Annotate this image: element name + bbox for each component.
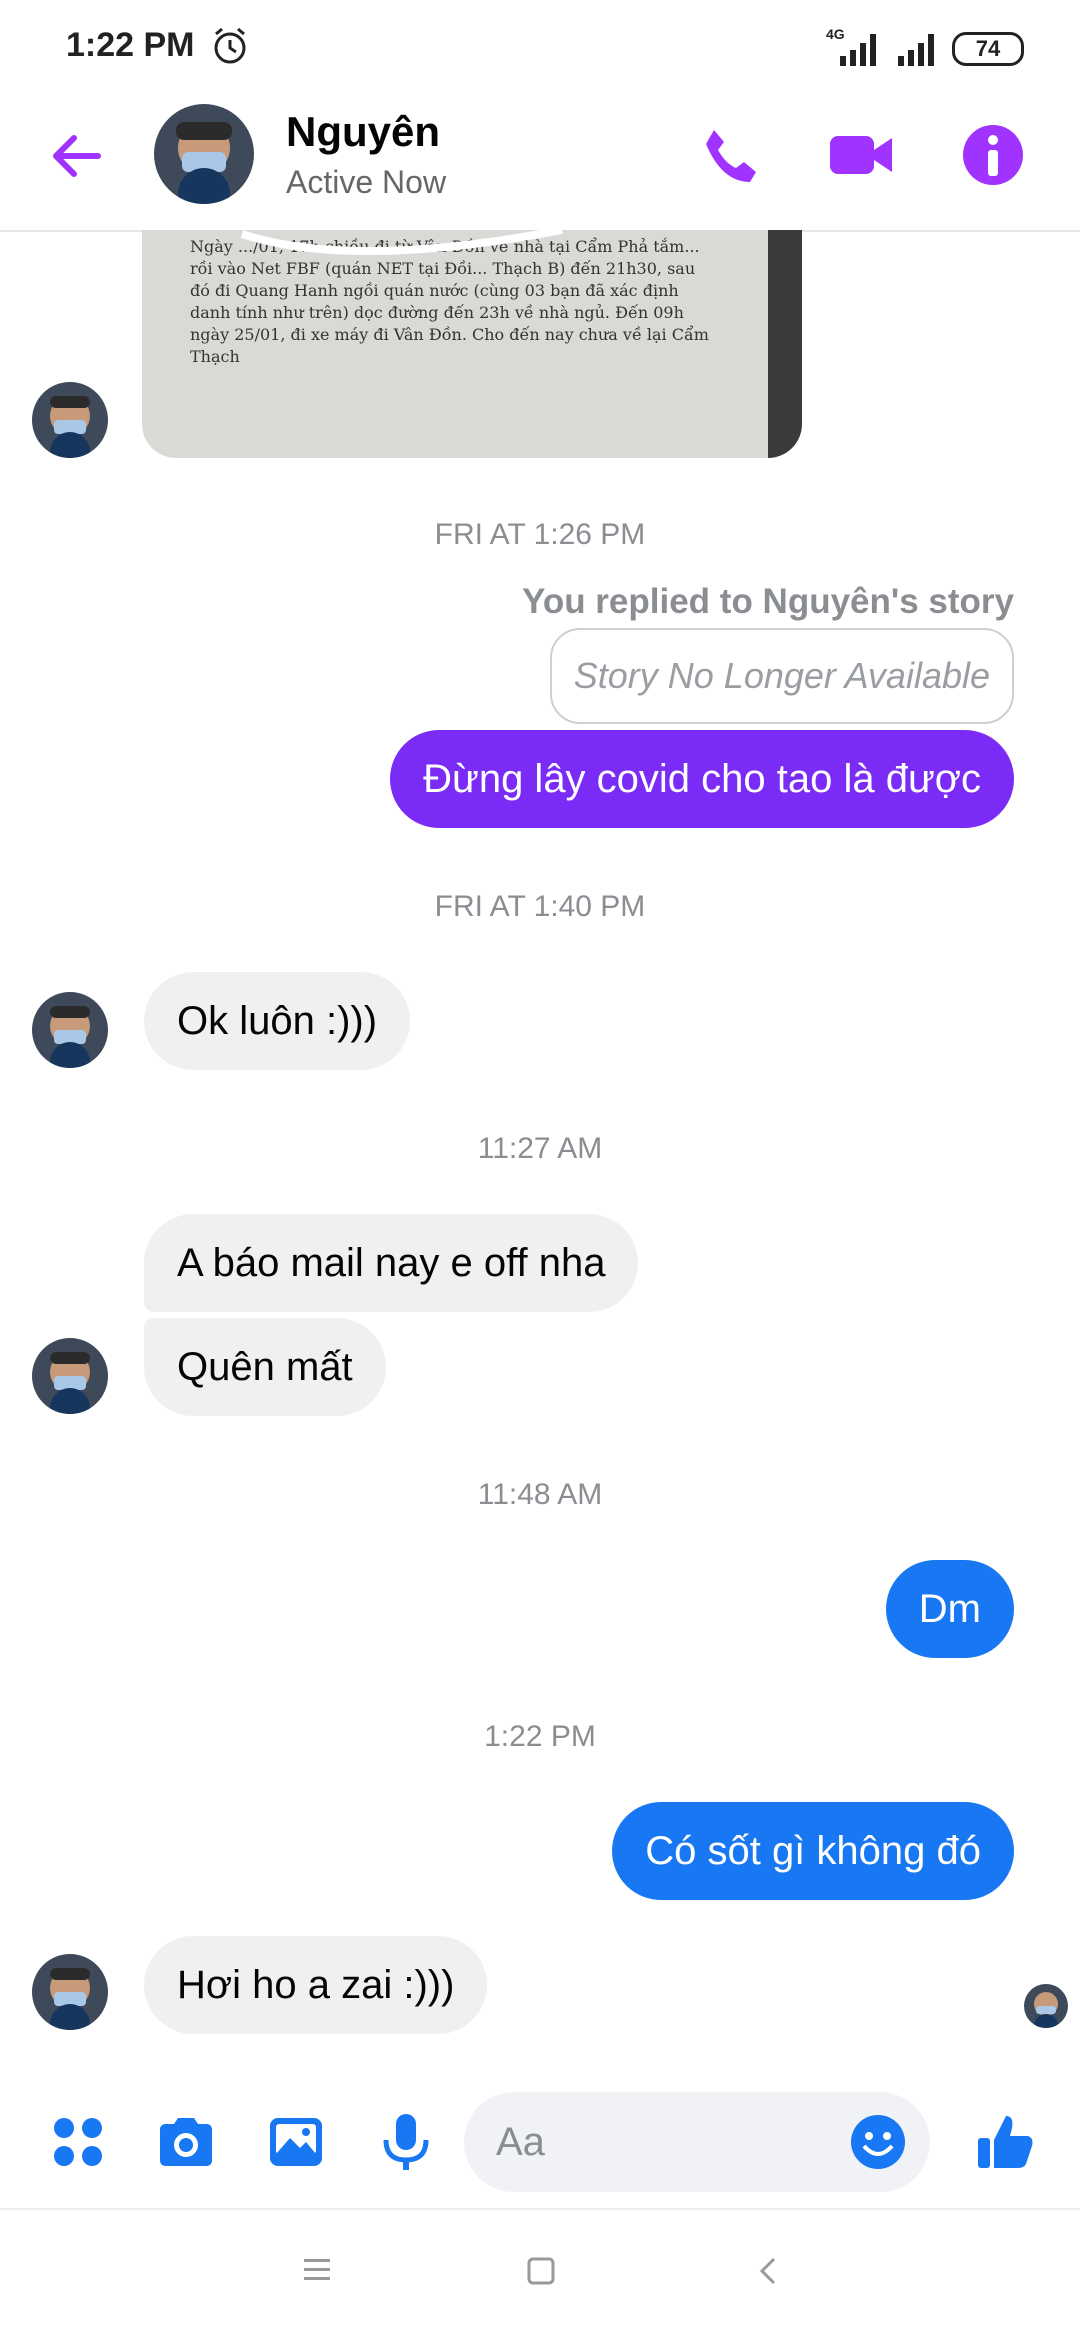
incoming-message[interactable]: A báo mail nay e off nha xyxy=(144,1214,639,1312)
sender-avatar[interactable] xyxy=(32,1954,108,2030)
contact-name[interactable]: Nguyên xyxy=(286,108,440,156)
timestamp: FRI AT 1:26 PM xyxy=(434,518,646,551)
seen-receipt-avatar xyxy=(1024,1984,1068,2028)
phone-call-icon[interactable] xyxy=(694,120,764,190)
message-input[interactable]: Aa xyxy=(464,2092,930,2192)
menu-icon[interactable] xyxy=(302,2256,332,2282)
timestamp: 1:22 PM xyxy=(484,1720,596,1753)
story-unavailable-card[interactable]: Story No Longer Available xyxy=(549,628,1014,724)
status-bar: 1:22 PM 4G 74 xyxy=(0,0,1080,96)
back-nav-icon[interactable] xyxy=(756,2256,780,2286)
thumbs-up-icon[interactable] xyxy=(974,2110,1038,2174)
photo-scribble xyxy=(240,230,563,256)
sender-avatar[interactable] xyxy=(32,992,108,1068)
incoming-message[interactable]: Quên mất xyxy=(144,1318,386,1416)
contact-avatar[interactable] xyxy=(154,104,254,204)
home-icon[interactable] xyxy=(526,2256,556,2286)
incoming-message[interactable]: Hơi ho a zai :))) xyxy=(144,1936,488,2034)
video-call-icon[interactable] xyxy=(826,120,896,190)
gallery-icon[interactable] xyxy=(264,2110,328,2174)
shared-photo[interactable]: Ngày .../01, 17h chiều đi từ Vân Đồn về … xyxy=(142,230,802,458)
conversation-header: Nguyên Active Now xyxy=(0,96,1080,232)
info-icon[interactable] xyxy=(958,120,1028,190)
back-arrow-icon[interactable] xyxy=(44,124,108,188)
sender-avatar[interactable] xyxy=(32,382,108,458)
signal-icon xyxy=(840,34,876,66)
incoming-message[interactable]: Ok luôn :))) xyxy=(144,972,411,1070)
status-time: 1:22 PM xyxy=(66,26,195,64)
microphone-icon[interactable] xyxy=(374,2110,438,2174)
outgoing-message[interactable]: Có sốt gì không đó xyxy=(612,1802,1014,1900)
contact-active-status: Active Now xyxy=(286,164,447,200)
emoji-icon[interactable] xyxy=(848,2112,908,2172)
battery-indicator: 74 xyxy=(952,32,1024,66)
timestamp: 11:48 AM xyxy=(477,1478,603,1511)
signal-icon-2 xyxy=(898,34,934,66)
story-reply-note: You replied to Nguyên's story xyxy=(522,582,1014,621)
alarm-icon xyxy=(214,27,246,64)
message-composer: Aa xyxy=(0,2082,1080,2208)
sender-avatar[interactable] xyxy=(32,1338,108,1414)
photo-edge-shadow xyxy=(768,230,802,458)
message-list[interactable]: Ngày .../01, 17h chiều đi từ Vân Đồn về … xyxy=(0,230,1080,2080)
outgoing-message[interactable]: Dm xyxy=(885,1560,1014,1658)
message-input-placeholder: Aa xyxy=(496,2120,545,2164)
outgoing-message[interactable]: Đừng lây covid cho tao là được xyxy=(390,730,1014,828)
camera-icon[interactable] xyxy=(154,2110,218,2174)
more-actions-icon[interactable] xyxy=(46,2110,110,2174)
timestamp: FRI AT 1:40 PM xyxy=(434,890,646,923)
system-navigation-bar xyxy=(0,2208,1080,2342)
timestamp: 11:27 AM xyxy=(477,1132,603,1165)
